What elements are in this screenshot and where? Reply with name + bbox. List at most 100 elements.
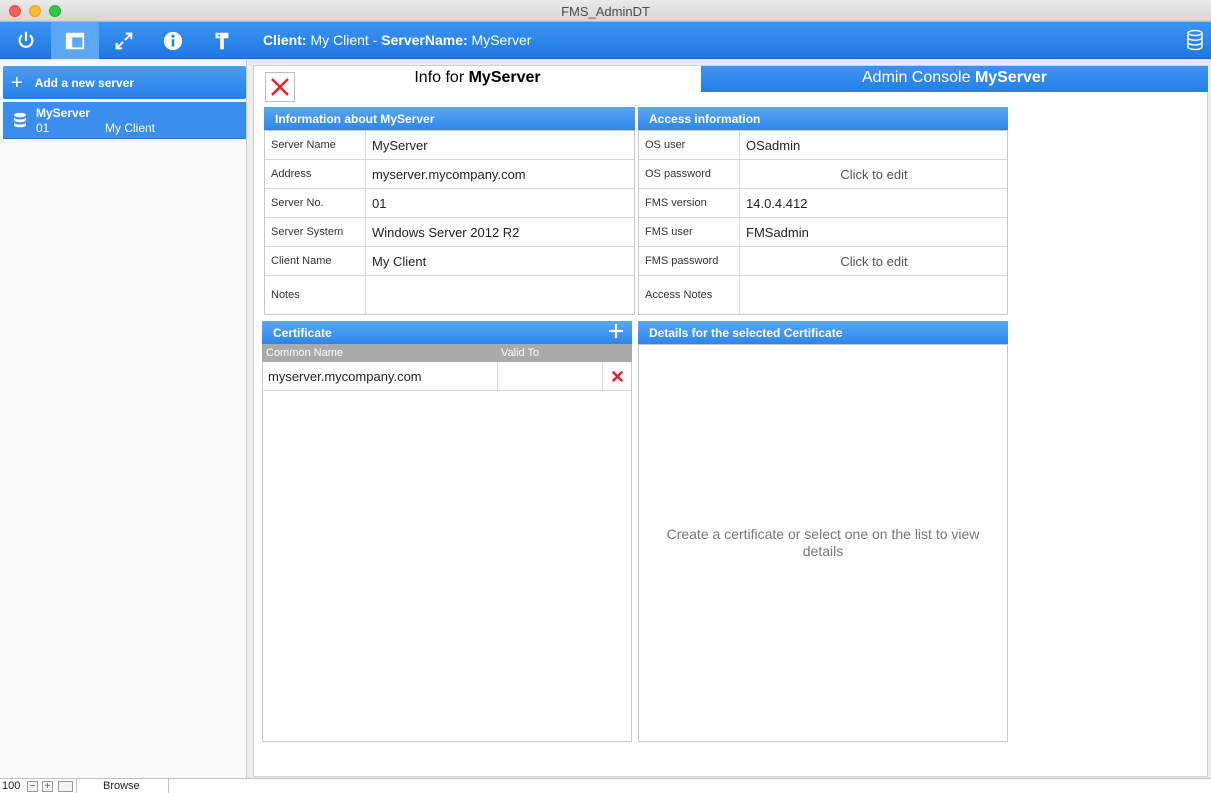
- info-row-client-name: Client Name My Client: [265, 247, 634, 276]
- database-icon[interactable]: [1185, 29, 1205, 51]
- certificate-row[interactable]: myserver.mycompany.com: [263, 362, 631, 391]
- details-panel-title: Details for the selected Certificate: [638, 321, 1008, 344]
- status-divider: [76, 779, 77, 793]
- column-common-name: Common Name: [266, 347, 344, 359]
- column-valid-to: Valid To: [501, 347, 540, 359]
- field-label: OS password: [639, 160, 740, 188]
- field-label: OS user: [639, 131, 740, 159]
- server-list-item[interactable]: MyServer 01 My Client: [3, 102, 246, 139]
- field-label: FMS user: [639, 218, 740, 246]
- layout-icon: [65, 32, 85, 49]
- info-row-server-name: Server Name MyServer: [265, 131, 634, 160]
- access-row-os-user: OS user OSadmin: [639, 131, 1007, 160]
- tools-button[interactable]: [198, 22, 246, 59]
- close-icon: [271, 78, 289, 96]
- close-server-button[interactable]: [265, 72, 295, 102]
- field-label: Address: [265, 160, 366, 188]
- expand-button[interactable]: [100, 22, 148, 59]
- certificate-column-header: Common Name Valid To: [262, 344, 632, 362]
- main-panel: Info for MyServer Admin Console MyServer…: [253, 65, 1208, 777]
- access-panel-title: Access information: [638, 107, 1008, 130]
- certificate-common-name: myserver.mycompany.com: [263, 362, 498, 390]
- certificate-valid-to: [498, 362, 603, 390]
- field-label: Notes: [265, 276, 366, 314]
- app-window: FMS_AdminDT Client: My Client - ServerNa…: [0, 0, 1211, 793]
- delete-certificate-button[interactable]: [603, 362, 631, 390]
- tab-info-server: MyServer: [468, 69, 541, 86]
- info-row-server-no: Server No. 01: [265, 189, 634, 218]
- tab-info[interactable]: Info for MyServer: [254, 66, 701, 92]
- server-system-field[interactable]: Windows Server 2012 R2: [367, 218, 634, 246]
- field-label: Server No.: [265, 189, 366, 217]
- server-number-field[interactable]: 01: [367, 189, 634, 217]
- toggle-status-area-button[interactable]: [58, 781, 73, 792]
- client-value: My Client -: [306, 32, 382, 48]
- server-sidebar: + Add a new server MyServer 01 My Client: [0, 60, 247, 778]
- access-row-notes: Access Notes: [639, 276, 1007, 314]
- tab-info-prefix: Info for: [414, 69, 469, 86]
- server-name-field[interactable]: MyServer: [367, 131, 634, 159]
- access-notes-field[interactable]: [741, 276, 1007, 314]
- mode-indicator[interactable]: Browse: [103, 780, 140, 792]
- zoom-level: 100: [2, 780, 21, 792]
- tab-admin-prefix: Admin Console: [862, 69, 975, 86]
- info-form: Server Name MyServer Address myserver.my…: [264, 130, 635, 315]
- field-label: Access Notes: [639, 276, 740, 314]
- server-item-name: MyServer: [36, 106, 91, 120]
- window-title: FMS_AdminDT: [561, 4, 650, 19]
- header-client-server: Client: My Client - ServerName: MyServer: [263, 32, 531, 48]
- info-button[interactable]: [149, 22, 197, 59]
- tools-icon: [215, 32, 229, 49]
- add-certificate-icon[interactable]: [608, 323, 624, 339]
- info-icon: [163, 31, 183, 50]
- server-label: ServerName:: [381, 32, 468, 48]
- field-label: FMS version: [639, 189, 740, 217]
- database-icon: [14, 112, 26, 128]
- notes-field[interactable]: [367, 276, 634, 314]
- toolbar: Client: My Client - ServerName: MyServer: [0, 22, 1211, 59]
- access-row-fms-version: FMS version 14.0.4.412: [639, 189, 1007, 218]
- info-row-server-system: Server System Windows Server 2012 R2: [265, 218, 634, 247]
- os-password-field[interactable]: Click to edit: [741, 160, 1007, 188]
- zoom-out-button[interactable]: −: [27, 781, 38, 792]
- info-panel-title: Information about MyServer: [264, 107, 635, 130]
- plus-icon: +: [11, 71, 23, 94]
- client-label: Client:: [263, 32, 307, 48]
- expand-icon: [115, 32, 133, 49]
- fms-user-field[interactable]: FMSadmin: [741, 218, 1007, 246]
- address-field[interactable]: myserver.mycompany.com: [367, 160, 634, 188]
- access-row-fms-user: FMS user FMSadmin: [639, 218, 1007, 247]
- delete-icon: [611, 370, 623, 382]
- certificate-details: Create a certificate or select one on th…: [638, 344, 1008, 742]
- status-bar: 100 − + Browse: [0, 778, 1211, 793]
- server-value: MyServer: [467, 32, 532, 48]
- field-label: Server System: [265, 218, 366, 246]
- add-server-button[interactable]: + Add a new server: [3, 66, 246, 99]
- os-user-field[interactable]: OSadmin: [741, 131, 1007, 159]
- info-row-address: Address myserver.mycompany.com: [265, 160, 634, 189]
- add-server-label: Add a new server: [34, 75, 135, 90]
- fms-version-field[interactable]: 14.0.4.412: [741, 189, 1007, 217]
- access-form: OS user OSadmin OS password Click to edi…: [638, 130, 1008, 315]
- field-label: Client Name: [265, 247, 366, 275]
- status-divider: [168, 779, 169, 793]
- tab-admin-server: MyServer: [974, 69, 1047, 86]
- info-row-notes: Notes: [265, 276, 634, 314]
- tab-admin-console[interactable]: Admin Console MyServer: [701, 66, 1208, 92]
- server-item-number: 01: [36, 121, 50, 135]
- power-icon: [18, 31, 34, 48]
- details-placeholder: Create a certificate or select one on th…: [666, 526, 980, 559]
- zoom-in-button[interactable]: +: [42, 781, 53, 792]
- certificate-panel-header: Certificate: [262, 321, 632, 344]
- certificate-list: myserver.mycompany.com: [262, 362, 632, 742]
- server-item-client: My Client: [105, 121, 156, 135]
- access-row-fms-password: FMS password Click to edit: [639, 247, 1007, 276]
- field-label: FMS password: [639, 247, 740, 275]
- access-row-os-password: OS password Click to edit: [639, 160, 1007, 189]
- fms-password-field[interactable]: Click to edit: [741, 247, 1007, 275]
- client-name-field[interactable]: My Client: [367, 247, 634, 275]
- title-bar: FMS_AdminDT: [0, 0, 1211, 22]
- layout-button[interactable]: [51, 22, 99, 59]
- power-button[interactable]: [2, 22, 50, 59]
- certificate-panel-title: Certificate: [273, 326, 332, 340]
